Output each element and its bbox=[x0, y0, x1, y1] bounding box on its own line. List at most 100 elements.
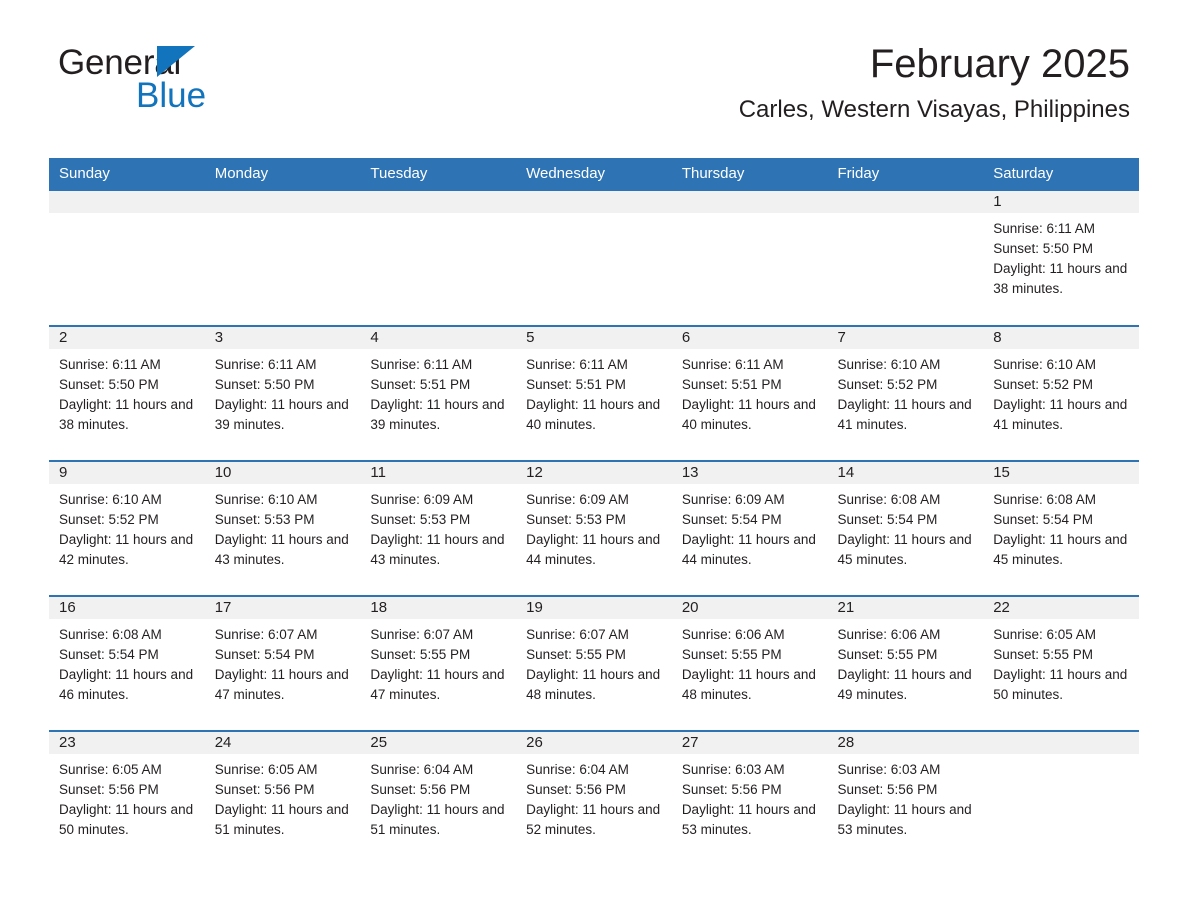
day-details: Sunrise: 6:07 AM Sunset: 5:55 PM Dayligh… bbox=[360, 619, 516, 705]
sunset-text: Sunset: 5:51 PM bbox=[526, 377, 626, 392]
sunset-text: Sunset: 5:56 PM bbox=[837, 782, 938, 797]
day-cell[interactable]: 13 Sunrise: 6:09 AM Sunset: 5:54 PM Dayl… bbox=[671, 461, 828, 596]
day-details: Sunrise: 6:03 AM Sunset: 5:56 PM Dayligh… bbox=[672, 754, 828, 840]
daylight-text: Daylight: 11 hours and 46 minutes. bbox=[59, 667, 194, 702]
sunrise-text: Sunrise: 6:11 AM bbox=[681, 357, 784, 372]
day-cell[interactable]: 27 Sunrise: 6:03 AM Sunset: 5:56 PM Dayl… bbox=[671, 731, 828, 866]
day-cell[interactable]: 23 Sunrise: 6:05 AM Sunset: 5:56 PM Dayl… bbox=[49, 731, 205, 866]
day-cell[interactable]: 6 Sunrise: 6:11 AM Sunset: 5:51 PM Dayli… bbox=[671, 326, 828, 461]
day-number: 25 bbox=[360, 732, 517, 754]
day-number bbox=[983, 732, 1139, 754]
day-details: Sunrise: 6:07 AM Sunset: 5:54 PM Dayligh… bbox=[205, 619, 361, 705]
sunset-text: Sunset: 5:55 PM bbox=[993, 647, 1094, 662]
day-cell[interactable]: 19 Sunrise: 6:07 AM Sunset: 5:55 PM Dayl… bbox=[516, 596, 672, 731]
sunrise-text: Sunrise: 6:10 AM bbox=[837, 357, 941, 372]
sunset-text: Sunset: 5:56 PM bbox=[681, 782, 782, 797]
sunset-text: Sunset: 5:55 PM bbox=[681, 647, 782, 662]
calendar-page: General Blue February 2025 Carles, Weste… bbox=[0, 0, 1188, 918]
sunrise-text: Sunrise: 6:05 AM bbox=[214, 762, 318, 777]
daylight-text: Daylight: 11 hours and 53 minutes. bbox=[681, 802, 816, 837]
day-cell[interactable]: 9 Sunrise: 6:10 AM Sunset: 5:52 PM Dayli… bbox=[49, 461, 205, 596]
sunset-text: Sunset: 5:50 PM bbox=[59, 377, 159, 392]
day-details: Sunrise: 6:10 AM Sunset: 5:52 PM Dayligh… bbox=[49, 484, 205, 570]
day-details: Sunrise: 6:08 AM Sunset: 5:54 PM Dayligh… bbox=[49, 619, 205, 705]
day-cell[interactable]: 18 Sunrise: 6:07 AM Sunset: 5:55 PM Dayl… bbox=[360, 596, 517, 731]
day-number: 24 bbox=[204, 732, 361, 754]
day-cell[interactable]: 5 Sunrise: 6:11 AM Sunset: 5:51 PM Dayli… bbox=[516, 326, 672, 461]
day-details: Sunrise: 6:11 AM Sunset: 5:51 PM Dayligh… bbox=[360, 349, 516, 435]
day-number: 16 bbox=[49, 597, 205, 619]
day-cell[interactable]: 12 Sunrise: 6:09 AM Sunset: 5:53 PM Dayl… bbox=[516, 461, 672, 596]
day-cell[interactable]: 15 Sunrise: 6:08 AM Sunset: 5:54 PM Dayl… bbox=[983, 461, 1139, 596]
day-details: Sunrise: 6:11 AM Sunset: 5:50 PM Dayligh… bbox=[49, 349, 205, 435]
sunset-text: Sunset: 5:55 PM bbox=[526, 647, 626, 662]
day-cell[interactable] bbox=[827, 190, 984, 326]
daylight-text: Daylight: 11 hours and 44 minutes. bbox=[681, 532, 816, 567]
day-cell[interactable]: 28 Sunrise: 6:03 AM Sunset: 5:56 PM Dayl… bbox=[827, 731, 984, 866]
sunset-text: Sunset: 5:53 PM bbox=[214, 512, 315, 527]
day-details: Sunrise: 6:10 AM Sunset: 5:52 PM Dayligh… bbox=[828, 349, 984, 435]
day-cell[interactable]: 10 Sunrise: 6:10 AM Sunset: 5:53 PM Dayl… bbox=[204, 461, 361, 596]
sunrise-text: Sunrise: 6:07 AM bbox=[370, 627, 474, 642]
day-details: Sunrise: 6:05 AM Sunset: 5:56 PM Dayligh… bbox=[49, 754, 205, 840]
sunrise-text: Sunrise: 6:11 AM bbox=[59, 357, 161, 372]
daylight-text: Daylight: 11 hours and 43 minutes. bbox=[214, 532, 349, 567]
day-cell[interactable]: 24 Sunrise: 6:05 AM Sunset: 5:56 PM Dayl… bbox=[204, 731, 361, 866]
sunrise-text: Sunrise: 6:07 AM bbox=[526, 627, 629, 642]
day-cell[interactable]: 25 Sunrise: 6:04 AM Sunset: 5:56 PM Dayl… bbox=[360, 731, 517, 866]
day-details: Sunrise: 6:10 AM Sunset: 5:52 PM Dayligh… bbox=[983, 349, 1139, 435]
day-cell[interactable]: 2 Sunrise: 6:11 AM Sunset: 5:50 PM Dayli… bbox=[49, 326, 205, 461]
weekday-header-monday: Monday bbox=[204, 158, 361, 190]
day-details: Sunrise: 6:08 AM Sunset: 5:54 PM Dayligh… bbox=[828, 484, 984, 570]
sunrise-text: Sunrise: 6:07 AM bbox=[214, 627, 318, 642]
day-details: Sunrise: 6:03 AM Sunset: 5:56 PM Dayligh… bbox=[828, 754, 984, 840]
daylight-text: Daylight: 11 hours and 47 minutes. bbox=[370, 667, 505, 702]
day-details: Sunrise: 6:08 AM Sunset: 5:54 PM Dayligh… bbox=[983, 484, 1139, 570]
day-number: 21 bbox=[827, 597, 984, 619]
day-details: Sunrise: 6:11 AM Sunset: 5:50 PM Dayligh… bbox=[205, 349, 361, 435]
sunset-text: Sunset: 5:55 PM bbox=[370, 647, 471, 662]
day-details: Sunrise: 6:06 AM Sunset: 5:55 PM Dayligh… bbox=[672, 619, 828, 705]
daylight-text: Daylight: 11 hours and 50 minutes. bbox=[993, 667, 1128, 702]
day-number: 4 bbox=[360, 327, 517, 349]
day-cell[interactable]: 8 Sunrise: 6:10 AM Sunset: 5:52 PM Dayli… bbox=[983, 326, 1139, 461]
day-cell[interactable] bbox=[983, 731, 1139, 866]
sunrise-text: Sunrise: 6:09 AM bbox=[526, 492, 629, 507]
day-details: Sunrise: 6:09 AM Sunset: 5:53 PM Dayligh… bbox=[516, 484, 672, 570]
day-cell[interactable]: 17 Sunrise: 6:07 AM Sunset: 5:54 PM Dayl… bbox=[204, 596, 361, 731]
page-title: February 2025 bbox=[869, 42, 1130, 86]
day-cell[interactable]: 26 Sunrise: 6:04 AM Sunset: 5:56 PM Dayl… bbox=[516, 731, 672, 866]
day-cell[interactable] bbox=[516, 190, 672, 326]
logo-triangle-icon bbox=[157, 46, 195, 77]
daylight-text: Daylight: 11 hours and 48 minutes. bbox=[526, 667, 661, 702]
day-cell[interactable]: 7 Sunrise: 6:10 AM Sunset: 5:52 PM Dayli… bbox=[827, 326, 984, 461]
day-number: 15 bbox=[983, 462, 1139, 484]
day-cell[interactable]: 16 Sunrise: 6:08 AM Sunset: 5:54 PM Dayl… bbox=[49, 596, 205, 731]
sunset-text: Sunset: 5:52 PM bbox=[59, 512, 159, 527]
day-cell[interactable]: 3 Sunrise: 6:11 AM Sunset: 5:50 PM Dayli… bbox=[204, 326, 361, 461]
day-details: Sunrise: 6:09 AM Sunset: 5:54 PM Dayligh… bbox=[672, 484, 828, 570]
day-cell[interactable]: 21 Sunrise: 6:06 AM Sunset: 5:55 PM Dayl… bbox=[827, 596, 984, 731]
day-cell[interactable] bbox=[671, 190, 828, 326]
sunset-text: Sunset: 5:55 PM bbox=[837, 647, 938, 662]
day-number: 1 bbox=[983, 191, 1139, 213]
day-cell[interactable] bbox=[49, 190, 205, 326]
sunset-text: Sunset: 5:56 PM bbox=[370, 782, 471, 797]
sunset-text: Sunset: 5:51 PM bbox=[370, 377, 471, 392]
day-cell[interactable]: 14 Sunrise: 6:08 AM Sunset: 5:54 PM Dayl… bbox=[827, 461, 984, 596]
day-number: 23 bbox=[49, 732, 205, 754]
day-number: 28 bbox=[827, 732, 984, 754]
day-cell[interactable]: 11 Sunrise: 6:09 AM Sunset: 5:53 PM Dayl… bbox=[360, 461, 517, 596]
day-number: 12 bbox=[516, 462, 672, 484]
day-details bbox=[360, 213, 516, 219]
day-cell[interactable] bbox=[204, 190, 361, 326]
daylight-text: Daylight: 11 hours and 39 minutes. bbox=[370, 397, 505, 432]
day-cell[interactable]: 4 Sunrise: 6:11 AM Sunset: 5:51 PM Dayli… bbox=[360, 326, 517, 461]
day-cell[interactable]: 22 Sunrise: 6:05 AM Sunset: 5:55 PM Dayl… bbox=[983, 596, 1139, 731]
sunrise-text: Sunrise: 6:11 AM bbox=[526, 357, 628, 372]
day-number: 8 bbox=[983, 327, 1139, 349]
day-cell[interactable]: 1 Sunrise: 6:11 AM Sunset: 5:50 PM Dayli… bbox=[983, 190, 1139, 326]
daylight-text: Daylight: 11 hours and 40 minutes. bbox=[526, 397, 661, 432]
day-cell[interactable]: 20 Sunrise: 6:06 AM Sunset: 5:55 PM Dayl… bbox=[671, 596, 828, 731]
day-cell[interactable] bbox=[360, 190, 517, 326]
